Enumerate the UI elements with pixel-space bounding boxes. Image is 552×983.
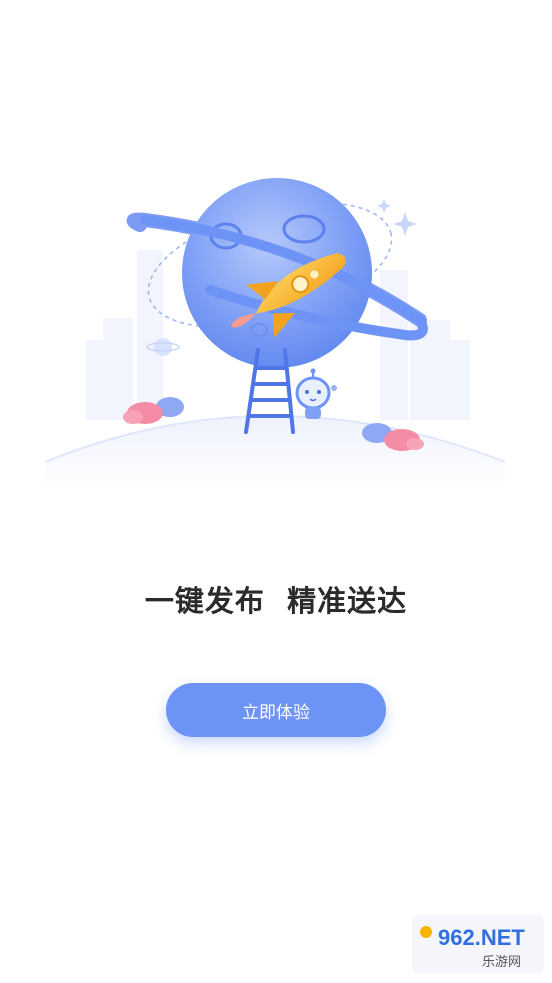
- watermark-number: 962.NET: [438, 925, 525, 950]
- site-watermark: 962.NET 乐游网: [412, 915, 544, 973]
- watermark-cn: 乐游网: [482, 955, 521, 970]
- robot-mascot: [295, 368, 337, 419]
- try-now-button[interactable]: 立即体验: [166, 683, 386, 737]
- slogan-title: 一键发布 精准送达: [144, 584, 408, 618]
- sparkle-stars: [377, 199, 417, 236]
- ground-hill: [45, 416, 505, 490]
- hero-illustration: [0, 170, 552, 500]
- try-now-label: 立即体验: [242, 702, 310, 723]
